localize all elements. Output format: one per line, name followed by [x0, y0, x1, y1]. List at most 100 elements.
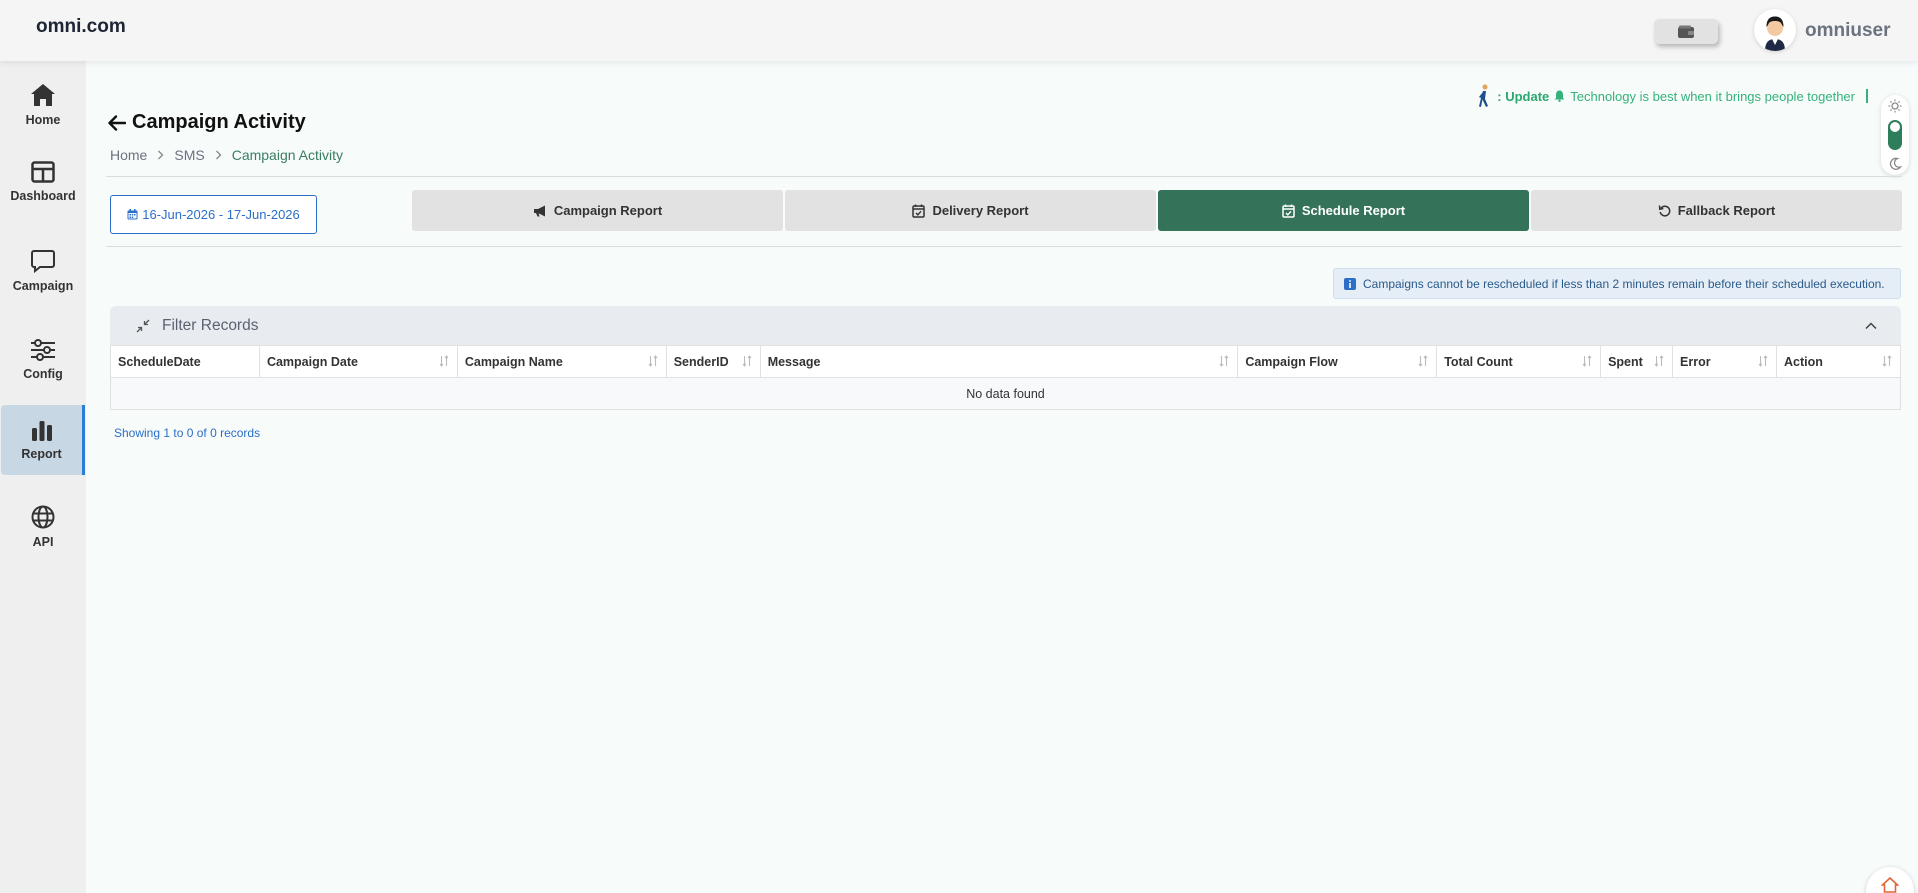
- avatar[interactable]: [1754, 9, 1796, 51]
- username[interactable]: omniuser: [1805, 20, 1891, 42]
- column-header-message[interactable]: Message: [759, 345, 1239, 378]
- tab-schedule-report[interactable]: Schedule Report: [1158, 190, 1529, 231]
- sidebar-item-label: Config: [23, 367, 63, 381]
- sidebar-item-report[interactable]: Report: [1, 405, 85, 475]
- column-header-campaign-name[interactable]: Campaign Name: [456, 345, 667, 378]
- theme-switch[interactable]: [1888, 120, 1902, 150]
- sort-icon[interactable]: [1654, 355, 1664, 367]
- column-header-label: Campaign Date: [266, 354, 358, 369]
- sliders-icon: [31, 339, 55, 361]
- home-icon: [1881, 877, 1899, 893]
- dashboard-icon: [31, 161, 55, 183]
- top-bar: omni.com omniuser: [0, 0, 1918, 61]
- sidebar-item-dashboard[interactable]: Dashboard: [1, 147, 85, 217]
- divider: [106, 176, 1902, 177]
- ticker-cursor: [1866, 89, 1868, 103]
- bell-icon: [1554, 90, 1565, 102]
- sort-icon[interactable]: [439, 355, 449, 367]
- calendar-check-icon: [1282, 204, 1295, 218]
- sidebar-item-home[interactable]: Home: [1, 70, 85, 140]
- filter-records-bar[interactable]: Filter Records: [110, 306, 1901, 345]
- tab-campaign-report[interactable]: Campaign Report: [412, 190, 783, 231]
- table-row-empty: No data found: [110, 377, 1901, 410]
- wallet-button[interactable]: [1654, 19, 1718, 44]
- collapse-arrows-icon[interactable]: [136, 319, 150, 333]
- schedule-report-table: ScheduleDate Campaign Date Campaign Name…: [110, 345, 1902, 410]
- sidebar-item-label: Campaign: [12, 279, 74, 293]
- column-header-action[interactable]: Action: [1775, 345, 1902, 378]
- column-header-schedule-date[interactable]: ScheduleDate: [110, 345, 260, 378]
- brand-logo[interactable]: omni.com: [36, 16, 126, 38]
- reschedule-info-note: Campaigns cannot be rescheduled if less …: [1333, 268, 1901, 299]
- column-header-label: Campaign Name: [464, 354, 563, 369]
- theme-toggle[interactable]: [1881, 95, 1909, 175]
- tab-label: Delivery Report: [932, 203, 1029, 218]
- column-header-campaign-flow[interactable]: Campaign Flow: [1237, 345, 1438, 378]
- column-header-label: Error: [1680, 354, 1711, 369]
- date-range-value: 16-Jun-2026 - 17-Jun-2026: [142, 207, 300, 222]
- column-header-label: Total Count: [1444, 354, 1513, 369]
- sort-icon[interactable]: [1582, 355, 1592, 367]
- chat-icon: [31, 250, 55, 273]
- column-header-label: Spent: [1608, 354, 1643, 369]
- sort-icon[interactable]: [742, 355, 752, 367]
- sidebar-item-label: Report: [21, 447, 62, 461]
- info-note-text: Campaigns cannot be rescheduled if less …: [1363, 276, 1885, 291]
- sidebar-item-api[interactable]: API: [1, 492, 85, 562]
- sort-icon[interactable]: [648, 355, 658, 367]
- wallet-icon: [1678, 25, 1694, 38]
- breadcrumb-current: Campaign Activity: [231, 147, 343, 163]
- announcement-ticker: : Update Technology is best when it brin…: [1474, 84, 1868, 108]
- sidebar-item-label: Dashboard: [10, 189, 76, 203]
- tab-delivery-report[interactable]: Delivery Report: [785, 190, 1156, 231]
- sort-icon[interactable]: [1418, 355, 1428, 367]
- sun-icon: [1888, 99, 1902, 113]
- globe-icon: [31, 505, 55, 529]
- page-title-text: Campaign Activity: [132, 111, 306, 133]
- column-header-label: Campaign Flow: [1245, 354, 1338, 369]
- calendar-icon: [127, 209, 138, 220]
- sidebar-item-config[interactable]: Config: [1, 325, 85, 395]
- moon-icon: [1889, 157, 1902, 170]
- sidebar: Home Dashboard Campaign Config Report AP…: [0, 61, 86, 893]
- tab-label: Schedule Report: [1301, 203, 1406, 218]
- date-range-picker[interactable]: 16-Jun-2026 - 17-Jun-2026: [110, 195, 317, 234]
- info-icon: [1344, 277, 1356, 290]
- sidebar-item-label: Home: [25, 113, 61, 127]
- sort-icon[interactable]: [1219, 355, 1229, 367]
- column-header-error[interactable]: Error: [1672, 345, 1777, 378]
- floating-home-button[interactable]: [1866, 867, 1914, 893]
- chevron-right-icon: [158, 150, 164, 160]
- empty-state-text: No data found: [110, 377, 1901, 410]
- sidebar-item-label: API: [32, 535, 54, 549]
- sidebar-item-campaign[interactable]: Campaign: [1, 236, 85, 306]
- tab-label: Fallback Report: [1677, 203, 1776, 218]
- tab-fallback-report[interactable]: Fallback Report: [1531, 190, 1902, 231]
- bar-chart-icon: [31, 421, 52, 441]
- undo-icon: [1658, 205, 1671, 217]
- column-header-label: Message: [767, 354, 821, 369]
- breadcrumb-sms[interactable]: SMS: [174, 147, 204, 163]
- breadcrumb: Home SMS Campaign Activity: [110, 147, 343, 163]
- announcement-prefix: : Update: [1497, 88, 1550, 104]
- megaphone-icon: [533, 205, 545, 216]
- column-header-campaign-date[interactable]: Campaign Date: [258, 345, 458, 378]
- column-header-label: SenderID: [673, 354, 729, 369]
- calendar-check-icon: [912, 204, 926, 218]
- chevron-up-icon[interactable]: [1865, 321, 1877, 330]
- announcement-text: Technology is best when it brings people…: [1570, 88, 1855, 104]
- sort-icon[interactable]: [1882, 355, 1892, 367]
- tab-label: Campaign Report: [553, 203, 663, 218]
- table-header-row: ScheduleDate Campaign Date Campaign Name…: [110, 345, 1902, 378]
- column-header-total-count[interactable]: Total Count: [1436, 345, 1602, 378]
- column-header-label: Action: [1783, 354, 1823, 369]
- breadcrumb-home[interactable]: Home: [110, 147, 147, 163]
- column-header-label: ScheduleDate: [118, 354, 201, 369]
- chevron-right-icon: [215, 150, 222, 160]
- column-header-sender-id[interactable]: SenderID: [665, 345, 761, 378]
- sort-icon[interactable]: [1758, 355, 1768, 367]
- filter-title: Filter Records: [162, 316, 259, 334]
- theme-switch-knob: [1890, 122, 1900, 132]
- back-arrow-icon[interactable]: [108, 114, 126, 131]
- column-header-spent[interactable]: Spent: [1600, 345, 1674, 378]
